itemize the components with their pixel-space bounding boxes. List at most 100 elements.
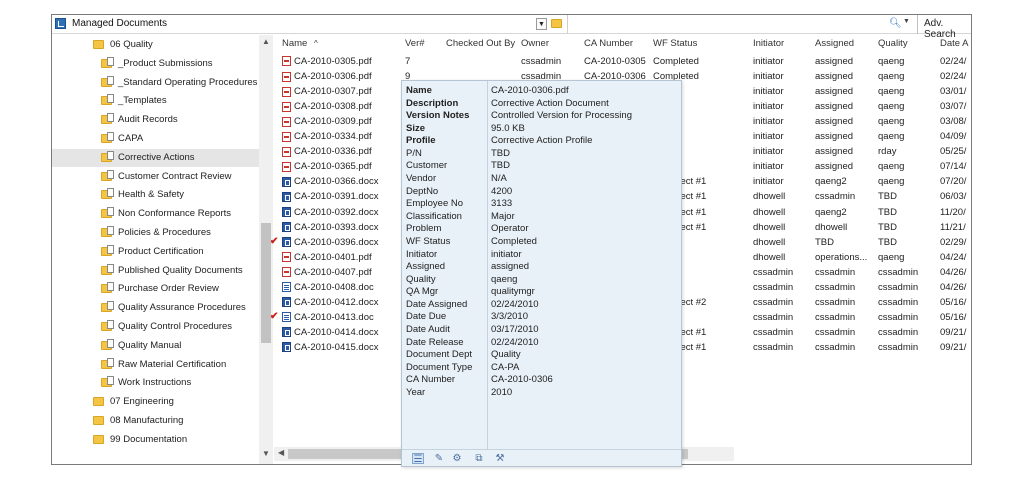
scroll-left-icon[interactable]: ◀: [278, 448, 284, 457]
file-name-cell[interactable]: CA-2010-0413.doc: [282, 310, 400, 325]
browse-folder-button[interactable]: [551, 18, 563, 30]
column-initiator-header[interactable]: Initiator: [753, 35, 784, 53]
assigned-cell: assigned: [815, 161, 854, 173]
file-name-cell[interactable]: CA-2010-0336.pdf: [282, 144, 400, 159]
properties-icon[interactable]: ☰: [412, 453, 424, 465]
assigned-cell: assigned: [815, 116, 854, 128]
wf-status-cell: Completed: [653, 56, 699, 67]
tree-item[interactable]: Policies & Procedures: [52, 224, 259, 242]
tree-item[interactable]: _Standard Operating Procedures: [52, 74, 259, 92]
date-assigned-cell: 05/16/: [940, 296, 967, 308]
scroll-down-icon[interactable]: ▼: [262, 449, 270, 458]
column-ca-number-header[interactable]: CA Number: [584, 35, 633, 53]
tree-scrollbar[interactable]: ▲ ▼: [259, 35, 273, 464]
tree-item-label: Raw Material Certification: [118, 358, 227, 370]
scroll-up-icon[interactable]: ▲: [262, 37, 270, 46]
path-dropdown-button[interactable]: ▼: [536, 18, 547, 30]
column-quality-header[interactable]: Quality: [878, 35, 908, 53]
tree-item[interactable]: Quality Assurance Procedures: [52, 299, 259, 317]
tree-item[interactable]: CAPA: [52, 130, 259, 148]
file-name-cell[interactable]: CA-2010-0415.docx: [282, 340, 400, 355]
quality-cell: cssadmin: [878, 326, 919, 338]
column-checked-out-by-header[interactable]: Checked Out By: [446, 35, 515, 53]
column-wf-status-header[interactable]: WF Status: [653, 35, 697, 53]
file-name-cell[interactable]: CA-2010-0305.pdf: [282, 54, 400, 69]
tree-item[interactable]: 08 Manufacturing: [52, 412, 259, 430]
tree-item-label: Health & Safety: [118, 189, 185, 201]
checked-out-icon: ✔: [270, 235, 279, 247]
quality-cell: cssadmin: [878, 266, 919, 278]
pdf-file-icon: [282, 161, 291, 172]
tree-item-label: Policies & Procedures: [118, 227, 211, 238]
tree-item-label: 99 Documentation: [110, 433, 188, 445]
file-name-cell[interactable]: CA-2010-0366.docx: [282, 174, 400, 189]
file-name-cell[interactable]: CA-2010-0365.pdf: [282, 159, 400, 174]
tree-item[interactable]: _Templates: [52, 92, 259, 110]
tree-item[interactable]: Quality Manual: [52, 337, 259, 355]
tooltip-key: Size: [406, 122, 426, 134]
file-name-cell[interactable]: CA-2010-0309.pdf: [282, 114, 400, 129]
adv-search-button[interactable]: Adv. Search: [917, 15, 971, 40]
quality-cell: cssadmin: [878, 281, 919, 293]
file-name-cell[interactable]: CA-2010-0412.docx: [282, 295, 400, 310]
tree-item[interactable]: Work Instructions: [52, 374, 259, 392]
workflow-icon[interactable]: ⚙: [451, 453, 463, 464]
tree-item[interactable]: Health & Safety: [52, 186, 259, 204]
file-name-cell[interactable]: CA-2010-0396.docx: [282, 235, 400, 250]
tree-item[interactable]: Raw Material Certification: [52, 356, 259, 374]
search-icon[interactable]: 🔍︎: [889, 18, 902, 29]
edit-document-icon[interactable]: ✎: [433, 453, 445, 464]
file-name-cell[interactable]: CA-2010-0408.doc: [282, 280, 400, 295]
tree-item[interactable]: 07 Engineering: [52, 393, 259, 411]
folder-icon: [551, 18, 562, 28]
tree-item-label: Purchase Order Review: [118, 283, 219, 295]
column-date-assigned-header[interactable]: Date A: [940, 35, 969, 53]
file-name-cell[interactable]: CA-2010-0306.pdf: [282, 69, 400, 84]
tree-item[interactable]: Customer Contract Review: [52, 168, 259, 186]
assigned-cell: cssadmin: [815, 266, 856, 278]
initiator-cell: dhowell: [753, 206, 786, 218]
tree-item[interactable]: _Product Submissions: [52, 55, 259, 73]
tools-icon[interactable]: ⚒: [494, 453, 506, 464]
quality-cell: qaeng: [878, 251, 905, 263]
file-name-cell[interactable]: CA-2010-0392.docx: [282, 205, 400, 220]
tree-item[interactable]: Quality Control Procedures: [52, 318, 259, 336]
tree-item[interactable]: 99 Documentation: [52, 431, 259, 449]
date-assigned-cell: 02/24/: [940, 71, 967, 83]
quality-cell: TBD: [878, 221, 897, 233]
file-name-cell[interactable]: CA-2010-0401.pdf: [282, 250, 400, 265]
file-name-cell[interactable]: CA-2010-0334.pdf: [282, 129, 400, 144]
folder-icon: [101, 150, 114, 162]
file-name-cell[interactable]: CA-2010-0307.pdf: [282, 84, 400, 99]
column-assigned-header[interactable]: Assigned: [815, 35, 854, 53]
quality-cell: rday: [878, 146, 897, 158]
tree-item[interactable]: Audit Records: [52, 111, 259, 129]
file-name-cell[interactable]: CA-2010-0308.pdf: [282, 99, 400, 114]
search-input[interactable]: [567, 15, 917, 34]
tree-item[interactable]: 06 Quality: [52, 36, 259, 54]
file-name: CA-2010-0392.docx: [294, 206, 379, 218]
date-assigned-cell: 03/08/: [940, 116, 967, 128]
file-name-cell[interactable]: CA-2010-0393.docx: [282, 220, 400, 235]
tree-item-label: Work Instructions: [118, 377, 192, 389]
folder-icon: [101, 225, 114, 237]
tree-item[interactable]: Published Quality Documents: [52, 262, 259, 280]
column-ver-header[interactable]: Ver#: [405, 35, 425, 53]
assigned-cell: cssadmin: [815, 191, 856, 203]
date-assigned-cell: 04/26/: [940, 266, 967, 278]
search-options-dropdown[interactable]: ▼: [903, 18, 910, 25]
tree-item[interactable]: Non Conformance Reports: [52, 205, 259, 223]
file-name: CA-2010-0336.pdf: [294, 146, 372, 158]
date-assigned-cell: 11/21/: [940, 221, 966, 233]
tree-item[interactable]: Purchase Order Review: [52, 280, 259, 298]
column-owner-header[interactable]: Owner: [521, 35, 549, 53]
tree-item[interactable]: Product Certification: [52, 243, 259, 261]
tree-item[interactable]: Corrective Actions: [52, 148, 259, 167]
file-name-cell[interactable]: CA-2010-0407.pdf: [282, 265, 400, 280]
tooltip-key: Date Audit: [406, 324, 450, 336]
file-name-cell[interactable]: CA-2010-0391.docx: [282, 189, 400, 204]
file-name-cell[interactable]: CA-2010-0414.docx: [282, 325, 400, 340]
column-name-header[interactable]: Name: [282, 35, 307, 53]
assigned-cell: cssadmin: [815, 281, 856, 293]
versions-icon[interactable]: ⧉: [473, 453, 485, 464]
